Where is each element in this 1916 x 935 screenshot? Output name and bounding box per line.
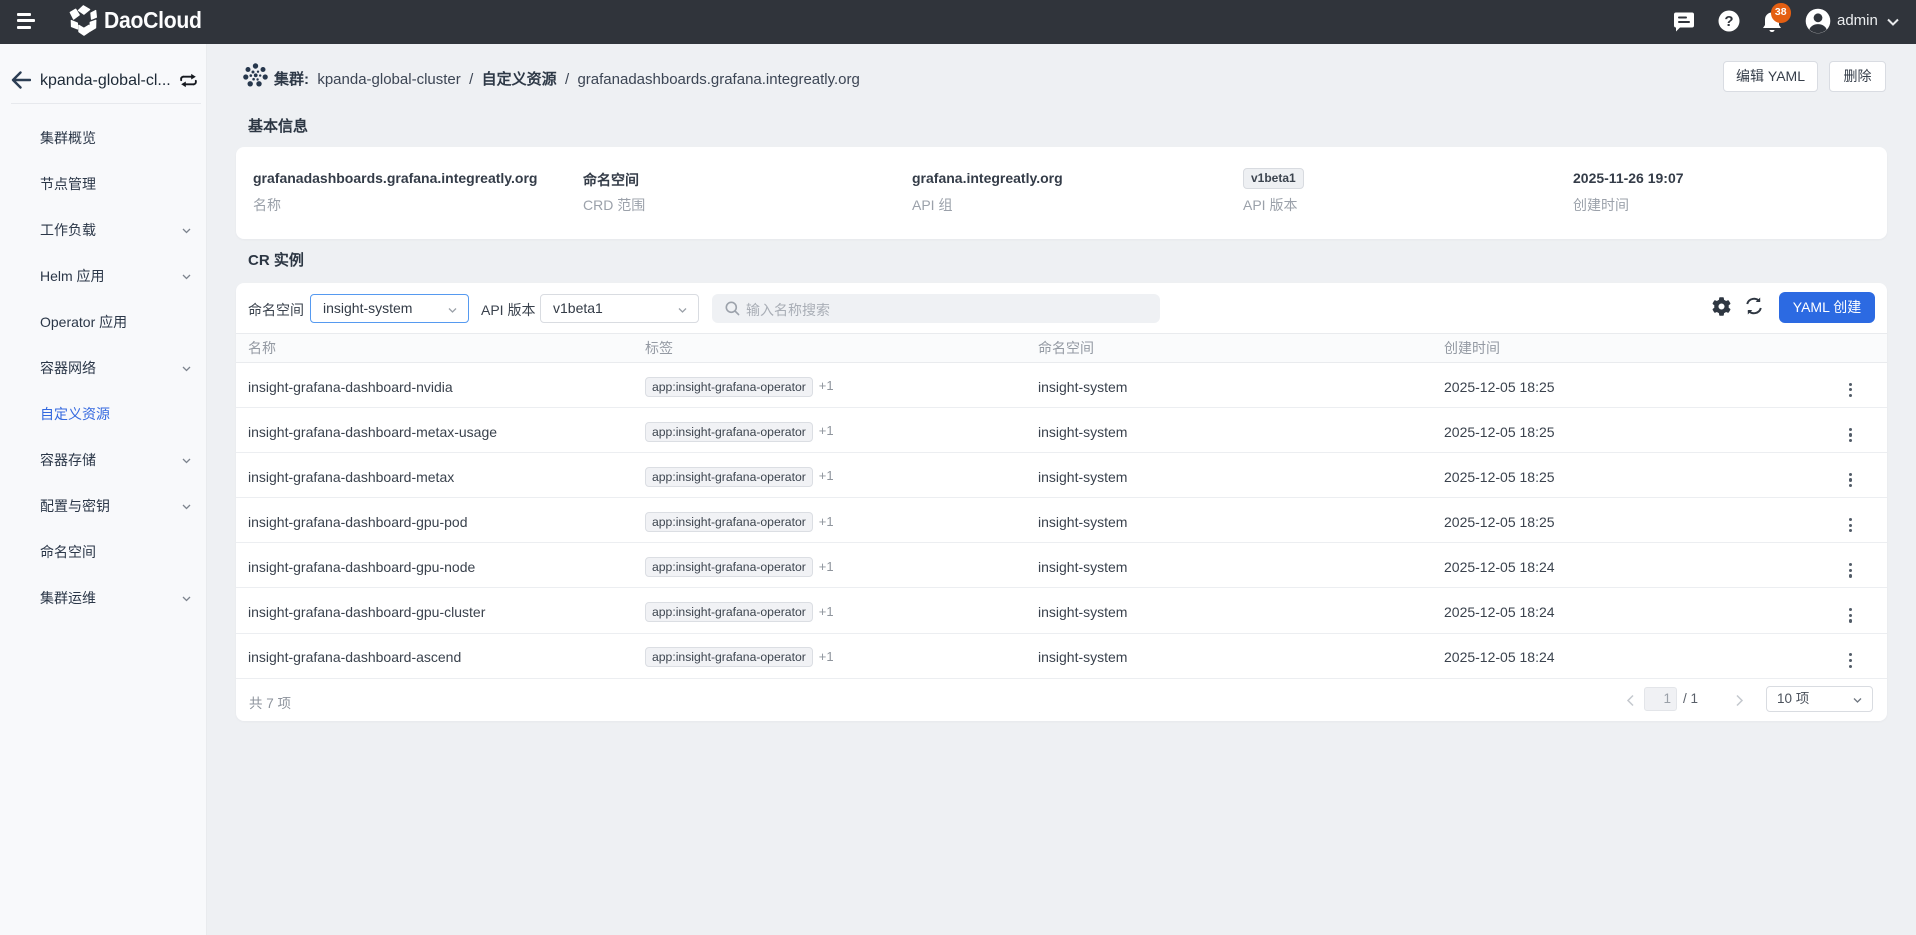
svg-text:?: ?: [1724, 13, 1733, 30]
